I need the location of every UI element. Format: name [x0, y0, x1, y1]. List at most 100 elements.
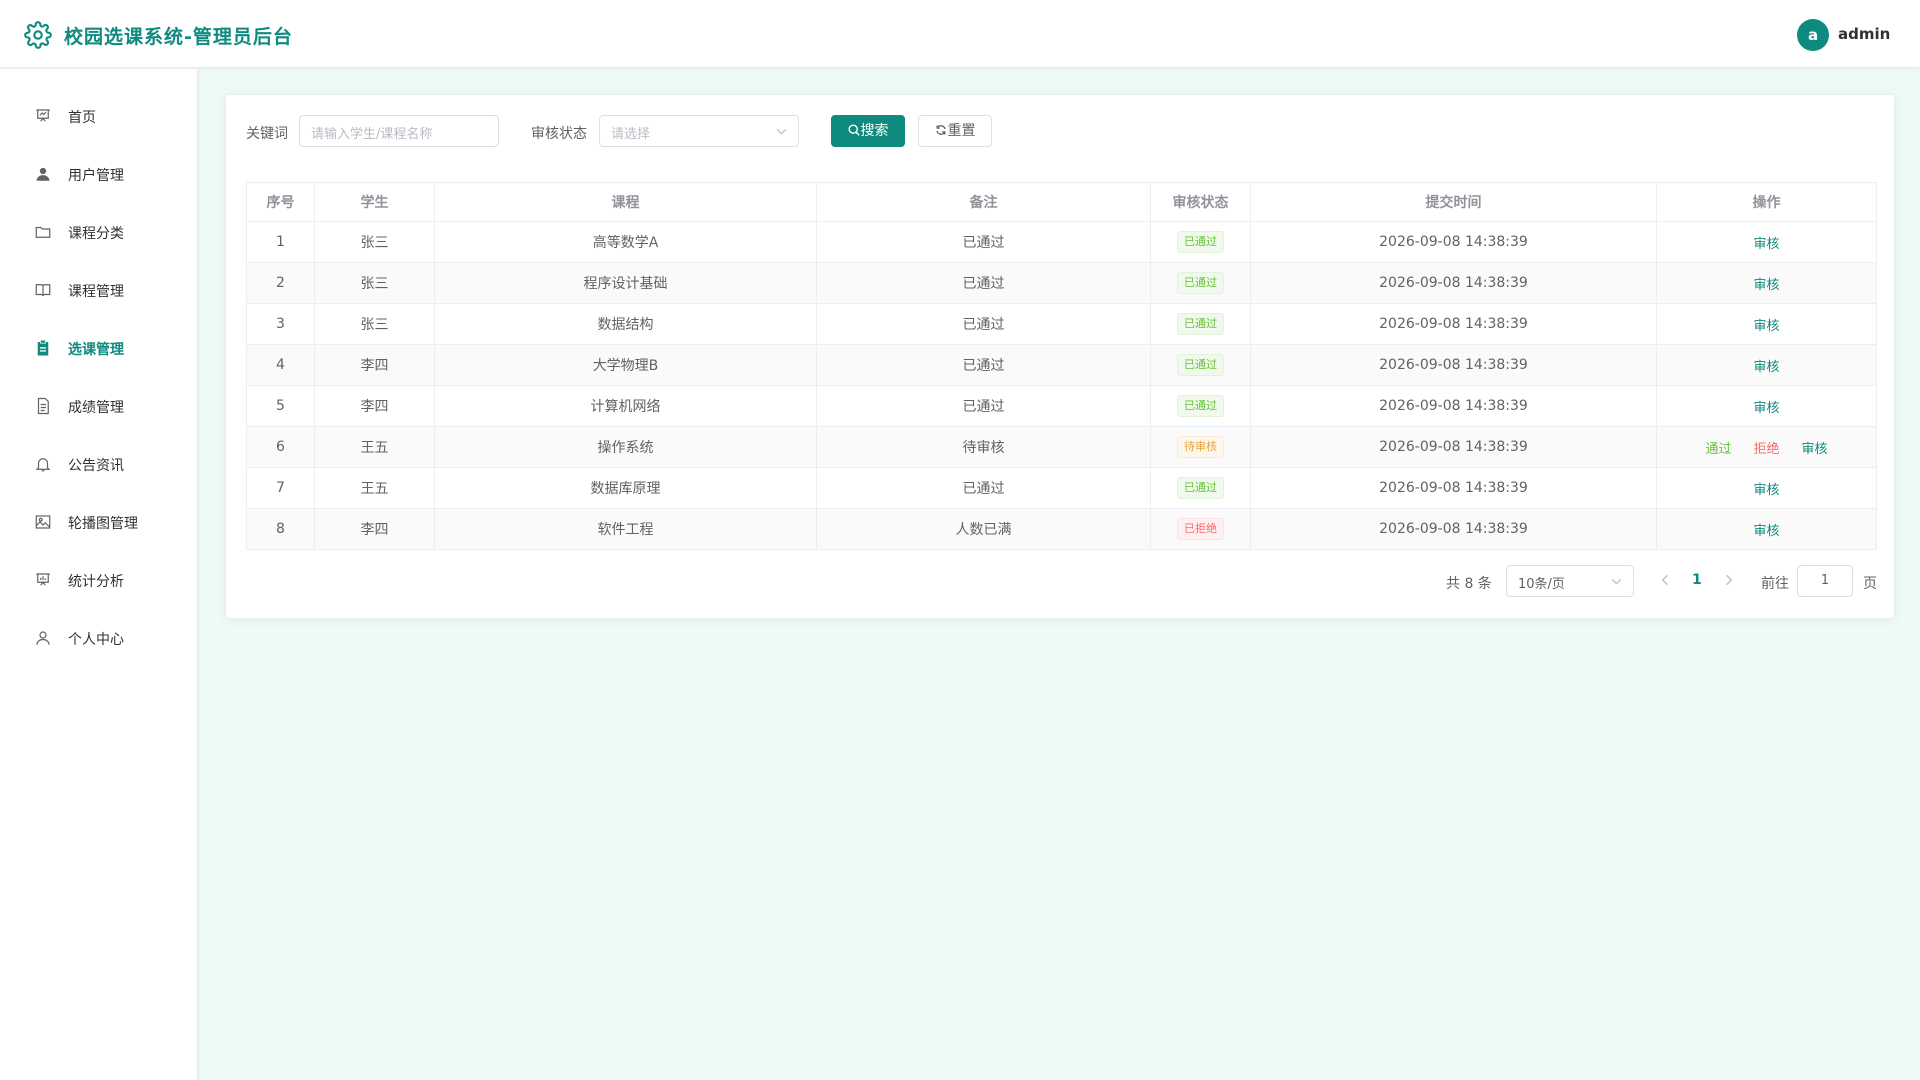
sidebar-item-label: 成绩管理 [68, 400, 124, 416]
sidebar-item-courses[interactable]: 课程管理 [0, 268, 197, 312]
sidebar-item-home[interactable]: 首页 [0, 94, 197, 138]
avatar[interactable]: a [1797, 19, 1829, 51]
current-page[interactable]: 1 [1692, 572, 1702, 588]
sidebar-item-grades[interactable]: 成绩管理 [0, 384, 197, 428]
column-header-student: 学生 [314, 182, 435, 222]
sidebar: 首页 用户管理 课程分类 课程管理 选课管理 成绩管理 公告资讯 轮播图管理 统… [0, 69, 199, 1080]
sidebar-item-label: 首页 [68, 110, 96, 126]
bell-icon [35, 458, 51, 472]
sidebar-item-label: 统计分析 [68, 574, 124, 590]
cell-note: 已通过 [816, 262, 1151, 304]
table-row: 4 李四 大学物理B 已通过 已通过 2026-09-08 14:38:39 审… [246, 344, 1877, 386]
review-link[interactable]: 审核 [1753, 274, 1779, 293]
cell-student: 王五 [314, 426, 435, 468]
cell-student: 张三 [314, 262, 435, 304]
prev-page-icon[interactable] [1658, 573, 1672, 587]
sidebar-item-users[interactable]: 用户管理 [0, 152, 197, 196]
review-link[interactable]: 审核 [1753, 315, 1779, 334]
cell-student: 王五 [314, 467, 435, 509]
sidebar-item-label: 用户管理 [68, 168, 124, 184]
status-badge: 待审核 [1177, 436, 1224, 458]
cell-actions: 审核 [1656, 508, 1877, 550]
column-header-no: 序号 [246, 182, 315, 222]
sidebar-item-course-categories[interactable]: 课程分类 [0, 210, 197, 254]
status-badge: 已拒绝 [1177, 518, 1224, 540]
next-page-icon[interactable] [1722, 573, 1736, 587]
review-link[interactable]: 审核 [1753, 356, 1779, 375]
table-row: 5 李四 计算机网络 已通过 已通过 2026-09-08 14:38:39 审… [246, 385, 1877, 427]
column-header-note: 备注 [816, 182, 1151, 222]
page-size-value: 10条/页 [1518, 577, 1565, 592]
clipboard-icon [37, 340, 49, 356]
enrollment-card: 关键词 请输入学生/课程名称 审核状态 请选择 搜索 重置 序号 学生 课程 备… [225, 94, 1895, 619]
user-outline-icon [36, 631, 50, 645]
refresh-icon [935, 125, 946, 135]
status-badge: 已通过 [1177, 395, 1224, 417]
cell-no: 5 [246, 385, 315, 427]
sidebar-item-label: 课程管理 [68, 284, 124, 300]
status-badge: 已通过 [1177, 313, 1224, 335]
keyword-placeholder: 请输入学生/课程名称 [311, 127, 433, 142]
cell-time: 2026-09-08 14:38:39 [1250, 467, 1657, 509]
sidebar-item-announcements[interactable]: 公告资讯 [0, 442, 197, 486]
user-icon [36, 167, 50, 181]
review-link[interactable]: 审核 [1802, 438, 1828, 457]
goto-page-input[interactable]: 1 [1797, 565, 1853, 597]
app-title: 校园选课系统-管理员后台 [64, 26, 293, 48]
cell-time: 2026-09-08 14:38:39 [1250, 508, 1657, 550]
status-select[interactable]: 请选择 [599, 115, 799, 147]
page-size-select[interactable]: 10条/页 [1506, 565, 1634, 597]
sidebar-item-label: 轮播图管理 [68, 516, 138, 532]
cell-student: 李四 [314, 508, 435, 550]
username[interactable]: admin [1838, 25, 1890, 43]
keyword-input[interactable]: 请输入学生/课程名称 [299, 115, 499, 147]
cell-no: 1 [246, 221, 315, 263]
search-button[interactable]: 搜索 [831, 115, 905, 147]
cell-student: 张三 [314, 303, 435, 345]
cell-course: 高等数学A [434, 221, 817, 263]
cell-status: 已通过 [1150, 344, 1251, 386]
review-link[interactable]: 审核 [1753, 233, 1779, 252]
presentation-icon [36, 109, 50, 122]
cell-note: 已通过 [816, 467, 1151, 509]
table-row: 6 王五 操作系统 待审核 待审核 2026-09-08 14:38:39 通过… [246, 426, 1877, 468]
cell-no: 8 [246, 508, 315, 550]
column-header-actions: 操作 [1656, 182, 1877, 222]
cell-student: 李四 [314, 385, 435, 427]
picture-icon [35, 515, 51, 529]
cell-note: 已通过 [816, 221, 1151, 263]
review-link[interactable]: 审核 [1753, 520, 1779, 539]
cell-no: 2 [246, 262, 315, 304]
book-icon [35, 284, 51, 297]
sidebar-item-profile[interactable]: 个人中心 [0, 616, 197, 660]
table-row: 3 张三 数据结构 已通过 已通过 2026-09-08 14:38:39 审核 [246, 303, 1877, 345]
review-link[interactable]: 审核 [1753, 479, 1779, 498]
cell-student: 李四 [314, 344, 435, 386]
cell-time: 2026-09-08 14:38:39 [1250, 221, 1657, 263]
gear-icon [24, 21, 52, 49]
cell-no: 3 [246, 303, 315, 345]
sidebar-item-carousel[interactable]: 轮播图管理 [0, 500, 197, 544]
search-button-label: 搜索 [860, 123, 889, 139]
cell-no: 4 [246, 344, 315, 386]
review-link[interactable]: 审核 [1753, 397, 1779, 416]
cell-course: 计算机网络 [434, 385, 817, 427]
search-icon [847, 124, 860, 136]
cell-actions: 审核 [1656, 221, 1877, 263]
cell-no: 6 [246, 426, 315, 468]
cell-time: 2026-09-08 14:38:39 [1250, 426, 1657, 468]
approve-link[interactable]: 通过 [1705, 438, 1731, 457]
cell-course: 大学物理B [434, 344, 817, 386]
reset-button[interactable]: 重置 [918, 115, 992, 147]
reject-link[interactable]: 拒绝 [1753, 438, 1779, 457]
cell-course: 软件工程 [434, 508, 817, 550]
sidebar-item-label: 个人中心 [68, 632, 124, 648]
chevron-down-icon [776, 128, 787, 135]
sidebar-item-enrollment[interactable]: 选课管理 [0, 326, 197, 370]
page-unit-label: 页 [1863, 576, 1877, 592]
sidebar-item-statistics[interactable]: 统计分析 [0, 558, 197, 602]
column-header-time: 提交时间 [1250, 182, 1657, 222]
folder-icon [35, 226, 51, 238]
cell-note: 人数已满 [816, 508, 1151, 550]
table-row: 1 张三 高等数学A 已通过 已通过 2026-09-08 14:38:39 审… [246, 221, 1877, 263]
